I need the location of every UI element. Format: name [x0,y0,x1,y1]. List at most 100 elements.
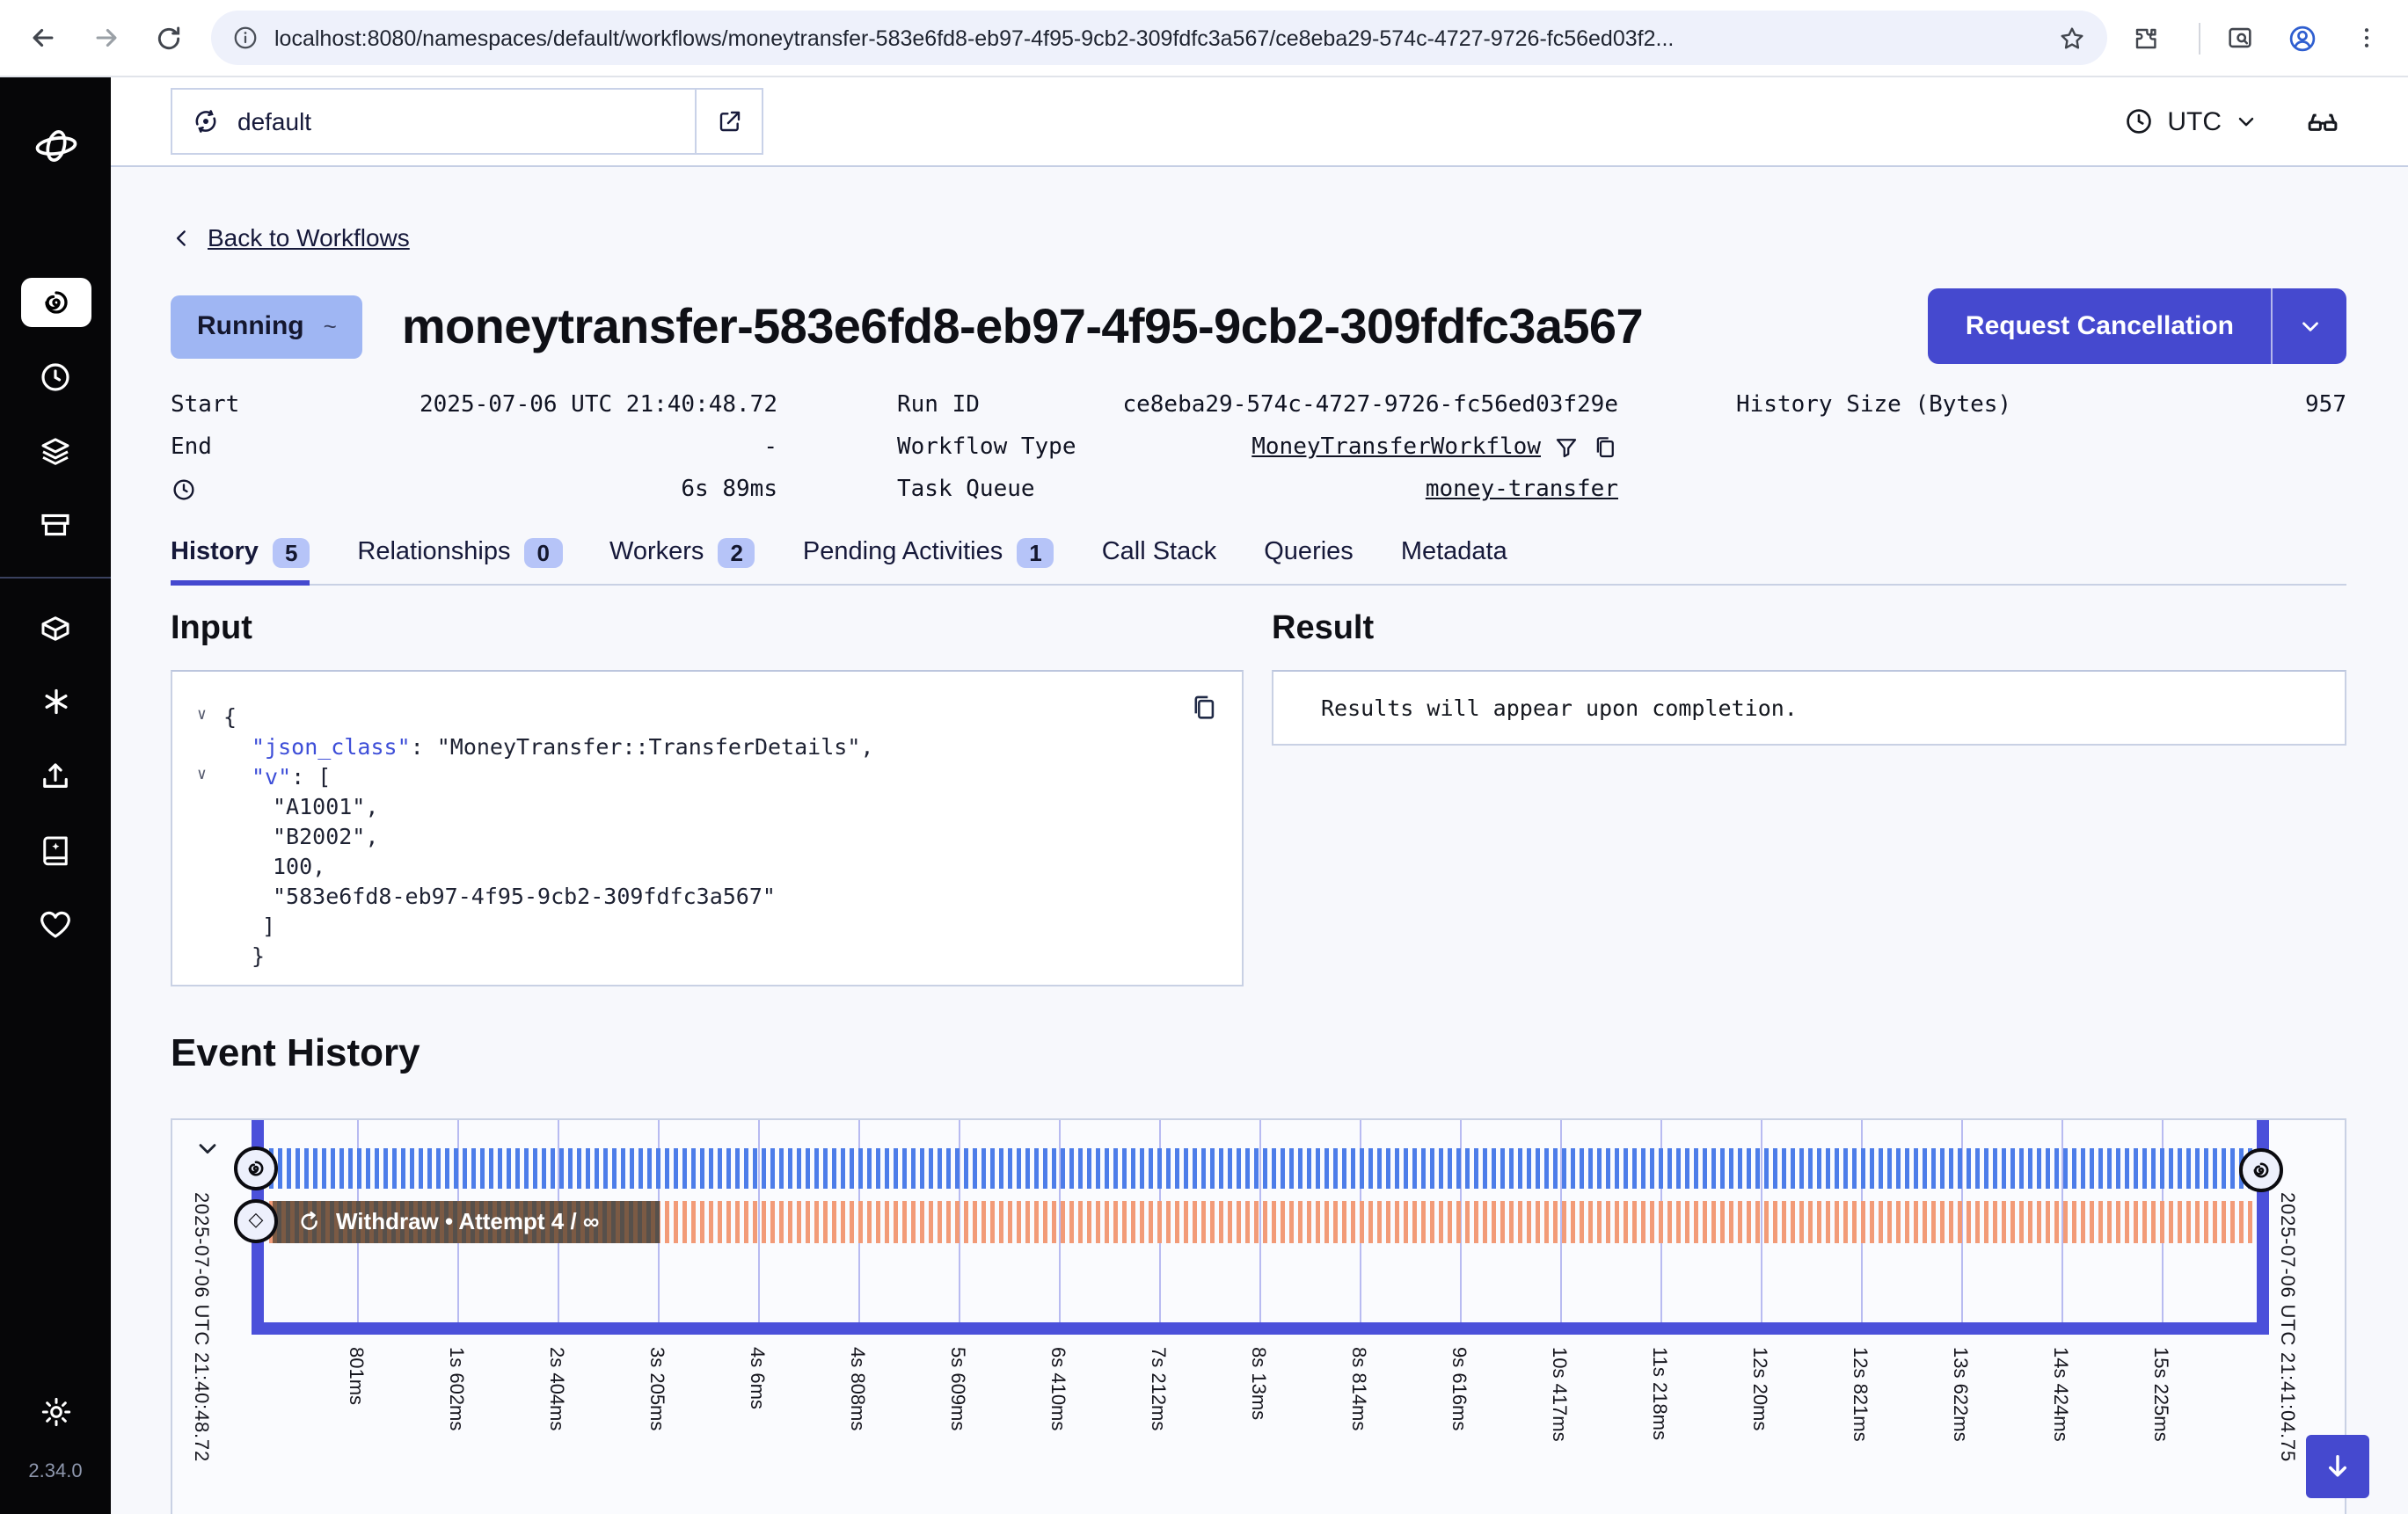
detail-label: Run ID [897,392,980,419]
asterisk-icon [38,684,73,719]
archive-icon [37,506,74,542]
theme-toggle[interactable] [20,1387,91,1437]
json-gutter [197,731,223,761]
sidebar-item-deployments[interactable] [20,426,91,475]
activity-label-text: Withdraw • Attempt 4 / ∞ [336,1208,599,1234]
filter-icon[interactable] [1553,434,1580,461]
tick-label: 8s 13ms [1247,1346,1268,1419]
workflow-start-marker[interactable] [234,1146,278,1190]
tab-search-icon[interactable] [2215,13,2264,62]
address-bar[interactable]: localhost:8080/namespaces/default/workfl… [211,11,2107,65]
request-cancellation-button[interactable]: Request Cancellation [1929,288,2346,364]
expand-toggle-icon[interactable]: ∨ [197,701,223,731]
upload-icon [37,757,74,794]
tab-label: Call Stack [1102,538,1217,566]
tab-count-badge: 0 [525,537,562,567]
result-section: Result Results will appear upon completi… [1272,609,2346,745]
tab-relationships[interactable]: Relationships0 [357,537,562,567]
bookmark-star-icon[interactable] [2058,24,2086,52]
sidebar-item-nexus[interactable] [20,603,91,652]
sidebar-item-codec[interactable] [20,677,91,726]
workflow-title: moneytransfer-583e6fd8-eb97-4f95-9cb2-30… [402,298,1901,354]
sidebar-item-feedback[interactable] [20,899,91,948]
browser-reload-icon[interactable] [144,13,193,62]
tab-label: Queries [1264,538,1354,566]
browser-back-icon[interactable] [18,13,67,62]
tick-label: 10s 417ms [1548,1346,1569,1441]
tab-call-stack[interactable]: Call Stack [1102,537,1217,567]
detail-link[interactable]: money-transfer [1426,477,1618,503]
expand-toggle-icon[interactable]: ∨ [197,761,223,790]
detail-row: Task Queue money-transfer [897,469,1618,511]
detail-value-text: 957 [2305,392,2346,419]
event-history-timeline: Withdraw • Attempt 4 / ∞ ◇ 2025-07-06 UT… [171,1117,2346,1514]
json-key: "json_class" [252,732,411,759]
detail-label: Task Queue [897,477,1035,503]
input-heading: Input [171,609,1244,648]
detail-value: MoneyTransferWorkflow [1251,434,1618,461]
workflow-span-bar[interactable] [269,1147,2253,1188]
detail-row: History Size (Bytes)957 [1736,384,2346,426]
tick-label: 13s 622ms [1949,1346,1970,1441]
sidebar-item-docs[interactable] [20,825,91,874]
tick-label: 5s 609ms [946,1346,967,1430]
tick-label: 15s 225ms [2149,1346,2171,1441]
timezone-selector[interactable]: UTC [2123,106,2258,137]
profile-icon[interactable] [2278,13,2327,62]
tab-label: Workers [609,538,704,566]
event-history-heading: Event History [171,1030,2346,1075]
copy-input-icon[interactable] [1189,692,1219,722]
labs-glasses-icon[interactable] [2304,103,2341,140]
result-heading: Result [1272,609,2346,648]
namespace-selector[interactable]: default [171,88,763,155]
copy-icon[interactable] [1592,434,1618,461]
scroll-to-bottom-button[interactable] [2306,1435,2369,1498]
detail-row: Start2025-07-06 UTC 21:40:48.72 [171,384,777,426]
cancel-options-chevron-icon[interactable] [2271,288,2346,364]
timeline-start-time: 2025-07-06 UTC 21:40:48.72 [190,1191,211,1461]
tab-pending-activities[interactable]: Pending Activities1 [803,537,1054,567]
json-text: "583e6fd8-eb97-4f95-9cb2-309fdfc3a567" [273,880,776,910]
status-badge[interactable]: Running ~ [171,295,363,358]
tab-history[interactable]: History5 [171,537,310,567]
tick-label: 12s 20ms [1748,1346,1770,1430]
sidebar-divider [0,577,111,579]
json-value: 100, [273,852,325,878]
chevron-left-icon [171,226,193,249]
temporal-logo-icon[interactable] [33,123,78,169]
sidebar-item-batch-operations[interactable] [20,499,91,549]
activity-marker[interactable]: ◇ [234,1198,278,1242]
workflow-latest-marker[interactable] [2239,1147,2283,1191]
activity-label[interactable]: Withdraw • Attempt 4 / ∞ [273,1200,660,1242]
tab-metadata[interactable]: Metadata [1401,537,1507,567]
namespace-external-link-icon[interactable] [697,90,762,153]
site-info-icon[interactable] [232,25,259,51]
browser-forward-icon[interactable] [81,13,130,62]
tick-label: 9s 616ms [1448,1346,1469,1430]
browser-menu-icon[interactable] [2341,13,2390,62]
sidebar-item-import[interactable] [20,751,91,800]
sidebar-item-schedules[interactable] [20,352,91,401]
input-json: ∨{"json_class": "MoneyTransfer::Transfer… [172,671,1242,970]
tick-label: 3s 205ms [646,1346,667,1430]
detail-label: End [171,434,212,461]
status-label: Running [197,311,304,341]
timeline-collapse-chevron-icon[interactable] [193,1133,222,1161]
json-gutter [197,910,223,940]
timeline-end-time: 2025-07-06 UTC 21:41:04.75 [2276,1191,2297,1461]
tick-label: 14s 424ms [2049,1346,2070,1441]
detail-value: 957 [2305,392,2346,419]
detail-link[interactable]: MoneyTransferWorkflow [1251,434,1541,461]
json-value: ] [262,912,275,938]
timeline-axis-bar [252,1321,2269,1334]
extensions-icon[interactable] [2121,13,2171,62]
topbar: default UTC [111,77,2408,167]
tab-workers[interactable]: Workers2 [609,537,755,567]
sidebar-item-workflows[interactable] [20,278,91,327]
json-value: { [223,702,237,729]
cancel-button-label: Request Cancellation [1929,288,2271,364]
back-to-workflows-link[interactable]: Back to Workflows [171,223,410,251]
json-line: "583e6fd8-eb97-4f95-9cb2-309fdfc3a567" [197,880,1171,910]
tab-queries[interactable]: Queries [1264,537,1354,567]
url-text[interactable]: localhost:8080/namespaces/default/workfl… [274,25,2058,50]
